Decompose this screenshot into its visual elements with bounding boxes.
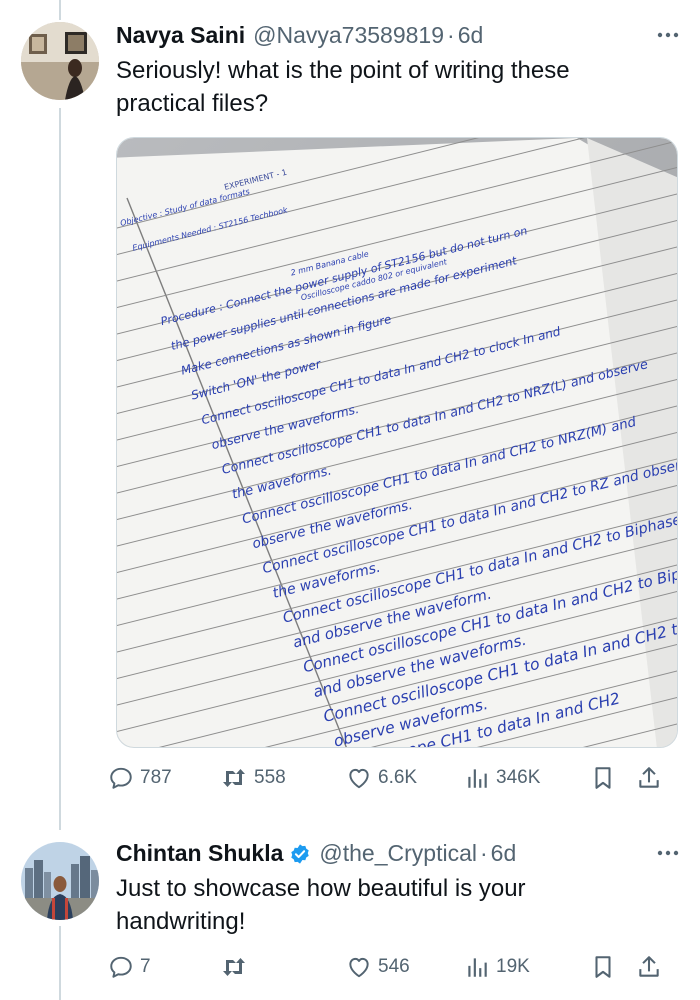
repost-icon: [223, 769, 245, 787]
share-icon: [639, 956, 659, 977]
display-name[interactable]: Chintan Shukla: [116, 838, 283, 868]
reply-count: 7: [140, 956, 151, 977]
user-handle[interactable]: @Navya73589819: [253, 20, 444, 50]
timestamp[interactable]: 6d: [491, 838, 517, 868]
views-count: 19K: [496, 956, 530, 977]
like-count: 546: [378, 956, 410, 977]
repost-count: 558: [254, 767, 286, 788]
more-options-button[interactable]: [650, 838, 686, 868]
reply-icon: [110, 767, 132, 789]
views-icon: [468, 769, 487, 788]
tweet-body: Navya Saini @Navya73589819 · 6d Seriousl…: [116, 20, 686, 120]
tweet-2: Chintan Shukla @the_Cryptical · 6d Just …: [0, 820, 700, 1000]
separator-dot: ·: [447, 22, 455, 48]
tweet-body: Chintan Shukla @the_Cryptical · 6d Just …: [116, 838, 686, 938]
tweet-actions: 787 558 6.6K 346K: [108, 761, 690, 795]
reply-button[interactable]: 787: [108, 761, 220, 795]
timestamp[interactable]: 6d: [458, 20, 484, 50]
reply-icon: [110, 956, 132, 978]
reply-count: 787: [140, 767, 172, 788]
tweet-media-image[interactable]: EXPERIMENT - 1 Objective : Study of data …: [116, 137, 678, 748]
like-icon: [349, 768, 369, 789]
tweet-header: Navya Saini @Navya73589819 · 6d: [116, 20, 686, 50]
avatar[interactable]: [21, 842, 99, 920]
tweet-actions: 7 546 19K: [108, 950, 690, 984]
like-count: 6.6K: [378, 767, 418, 788]
bookmark-button[interactable]: [590, 950, 636, 984]
more-options-button[interactable]: [650, 20, 686, 50]
repost-button[interactable]: 558: [220, 761, 346, 795]
share-icon: [639, 767, 659, 788]
views-icon: [468, 958, 487, 977]
repost-icon: [223, 958, 245, 976]
views-button[interactable]: 346K: [464, 761, 590, 795]
like-button[interactable]: 546: [346, 950, 464, 984]
views-button[interactable]: 19K: [464, 950, 590, 984]
reply-button[interactable]: 7: [108, 950, 220, 984]
bookmark-icon: [595, 767, 611, 789]
user-handle[interactable]: @the_Cryptical: [319, 838, 477, 868]
repost-button[interactable]: [220, 950, 346, 984]
more-icon: [657, 850, 679, 856]
share-button[interactable]: [636, 950, 672, 984]
like-icon: [349, 957, 369, 978]
tweet-1: Navya Saini @Navya73589819 · 6d Seriousl…: [0, 0, 700, 820]
avatar[interactable]: [21, 22, 99, 100]
verified-badge-icon: [289, 842, 311, 864]
bookmark-icon: [595, 956, 611, 978]
display-name[interactable]: Navya Saini: [116, 20, 245, 50]
views-count: 346K: [496, 767, 541, 788]
like-button[interactable]: 6.6K: [346, 761, 464, 795]
more-icon: [657, 32, 679, 38]
bookmark-button[interactable]: [590, 761, 636, 795]
tweet-header: Chintan Shukla @the_Cryptical · 6d: [116, 838, 686, 868]
tweet-text: Just to showcase how beautiful is your h…: [116, 875, 526, 935]
tweet-text: Seriously! what is the point of writing …: [116, 57, 570, 117]
separator-dot: ·: [479, 840, 488, 866]
share-button[interactable]: [636, 761, 672, 795]
